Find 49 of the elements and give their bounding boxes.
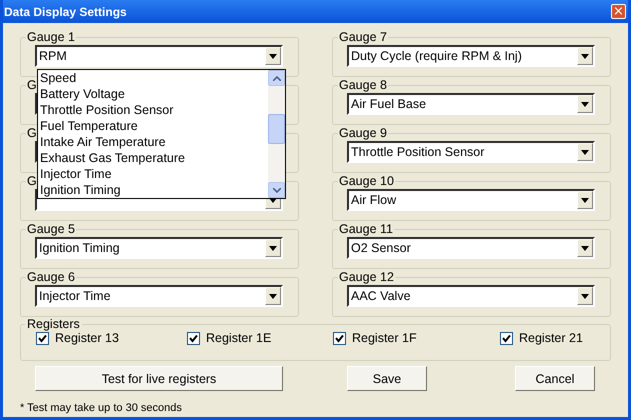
gauge-dropdown[interactable]: Duty Cycle (require RPM & Inj) — [347, 45, 595, 67]
dropdown-option[interactable]: Fuel Temperature — [38, 118, 268, 134]
gauge-label: Gauge 8 — [338, 77, 388, 93]
checkbox-label: Register 13 — [55, 331, 119, 345]
gauge-label: Gauge 7 — [338, 29, 388, 45]
dropdown-value: O2 Sensor — [351, 241, 411, 255]
dropdown-option[interactable]: Battery Voltage — [38, 86, 268, 102]
gauge-dropdown[interactable]: Ignition Timing — [35, 237, 283, 259]
dropdown-option[interactable]: Exhaust Gas Temperature — [38, 150, 268, 166]
gauge-label: G — [26, 77, 38, 93]
dropdown-value: Ignition Timing — [39, 241, 120, 255]
dialog-button[interactable]: Save — [347, 366, 427, 391]
gauge-label: Gauge 6 — [26, 269, 76, 285]
close-button[interactable]: × — [611, 4, 626, 19]
gauge-label: Gauge 10 — [338, 173, 395, 189]
dropdown-value: AAC Valve — [351, 289, 411, 303]
dropdown-value: Injector Time — [39, 289, 111, 303]
gauge-dropdown[interactable]: AAC Valve — [347, 285, 595, 307]
note-text: * Test may take up to 30 seconds — [20, 402, 183, 414]
gauge-dropdown[interactable]: Air Fuel Base — [347, 93, 595, 115]
gauge-label: Gauge 9 — [338, 125, 388, 141]
dropdown-option[interactable]: Throttle Position Sensor — [38, 102, 268, 118]
dropdown-value: Duty Cycle (require RPM & Inj) — [351, 49, 522, 63]
dropdown-option[interactable]: Intake Air Temperature — [38, 134, 268, 150]
gauge-dropdown[interactable]: Injector Time — [35, 285, 283, 307]
gauge-dropdown[interactable]: Air Flow — [347, 189, 595, 211]
gauge-dropdown[interactable]: Throttle Position Sensor — [347, 141, 595, 163]
gauge-dropdown[interactable]: O2 Sensor — [347, 237, 595, 259]
gauge-label: G — [26, 173, 38, 189]
checkbox-label: Register 1E — [206, 331, 272, 345]
dropdown-value: RPM — [39, 49, 67, 63]
dropdown-value: Throttle Position Sensor — [351, 145, 484, 159]
window-title: Data Display Settings — [4, 4, 127, 18]
dropdown-option[interactable]: Speed — [38, 70, 268, 86]
dropdown-option[interactable]: Ignition Timing — [38, 182, 268, 198]
checkbox-label: Register 1F — [352, 331, 417, 345]
dropdown-value: Air Flow — [351, 193, 396, 207]
gauge-label: Gauge 5 — [26, 221, 76, 237]
gauge-label: Gauge 1 — [26, 29, 76, 45]
gauge-label: G — [26, 125, 38, 141]
dropdown-option[interactable]: Injector Time — [38, 166, 268, 182]
gauge-label: Gauge 12 — [338, 269, 395, 285]
dropdown-value: Air Fuel Base — [351, 97, 426, 111]
dialog-button[interactable]: Cancel — [515, 366, 595, 391]
gauge-dropdown[interactable]: RPM — [35, 45, 283, 67]
registers-label: Registers — [26, 317, 81, 331]
checkbox-label: Register 21 — [519, 331, 583, 345]
gauge-label: Gauge 11 — [338, 221, 394, 237]
dialog-button[interactable]: Test for live registers — [35, 366, 283, 391]
